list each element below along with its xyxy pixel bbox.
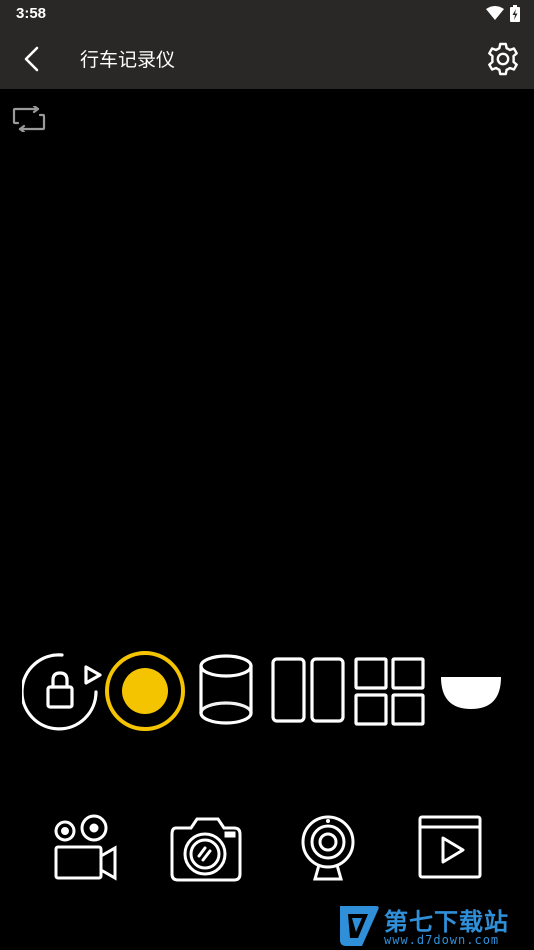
video-camera-icon <box>54 814 117 881</box>
status-bar: 3:58 <box>0 0 534 27</box>
camera-preview <box>0 89 534 639</box>
record-button[interactable] <box>103 649 187 733</box>
back-button[interactable] <box>12 39 52 79</box>
app-toolbar: 行车记录仪 <box>0 27 534 89</box>
settings-button[interactable] <box>482 38 524 80</box>
quad-view-button[interactable] <box>354 657 426 727</box>
dual-view-icon <box>271 657 345 723</box>
cylinder-view-button[interactable] <box>197 653 255 729</box>
lock-rotate-button[interactable] <box>20 653 106 731</box>
rotate-screen-icon <box>12 104 46 134</box>
webcam-icon <box>301 815 355 881</box>
gear-icon <box>488 42 518 76</box>
chevron-left-icon <box>24 46 39 72</box>
dual-view-button[interactable] <box>271 657 345 723</box>
record-icon <box>105 651 185 731</box>
watermark-url: www.d7down.com <box>384 933 500 947</box>
video-record-button[interactable] <box>52 814 120 882</box>
video-gallery-button[interactable] <box>417 814 483 880</box>
lock-rotate-icon <box>20 653 102 731</box>
quad-view-icon <box>354 657 425 726</box>
watermark-title: 第七下载站 <box>384 908 509 936</box>
battery-charging-icon <box>510 4 520 22</box>
dome-view-button[interactable] <box>440 675 502 711</box>
dome-view-icon <box>441 677 501 709</box>
view-mode-controls <box>0 645 534 735</box>
status-time: 3:58 <box>16 5 47 22</box>
status-icons <box>486 4 520 22</box>
webcam-button[interactable] <box>298 814 358 884</box>
take-photo-button[interactable] <box>168 814 244 884</box>
video-gallery-icon <box>418 815 482 879</box>
photo-camera-icon <box>170 817 242 882</box>
wifi-icon <box>486 6 504 20</box>
page-title: 行车记录仪 <box>80 49 176 71</box>
d7-logo-icon <box>340 906 379 946</box>
watermark: 第七下载站 www.d7down.com <box>338 900 534 950</box>
cylinder-view-icon <box>199 654 253 725</box>
rotate-screen-button[interactable] <box>12 104 48 134</box>
bottom-action-bar <box>0 810 534 890</box>
